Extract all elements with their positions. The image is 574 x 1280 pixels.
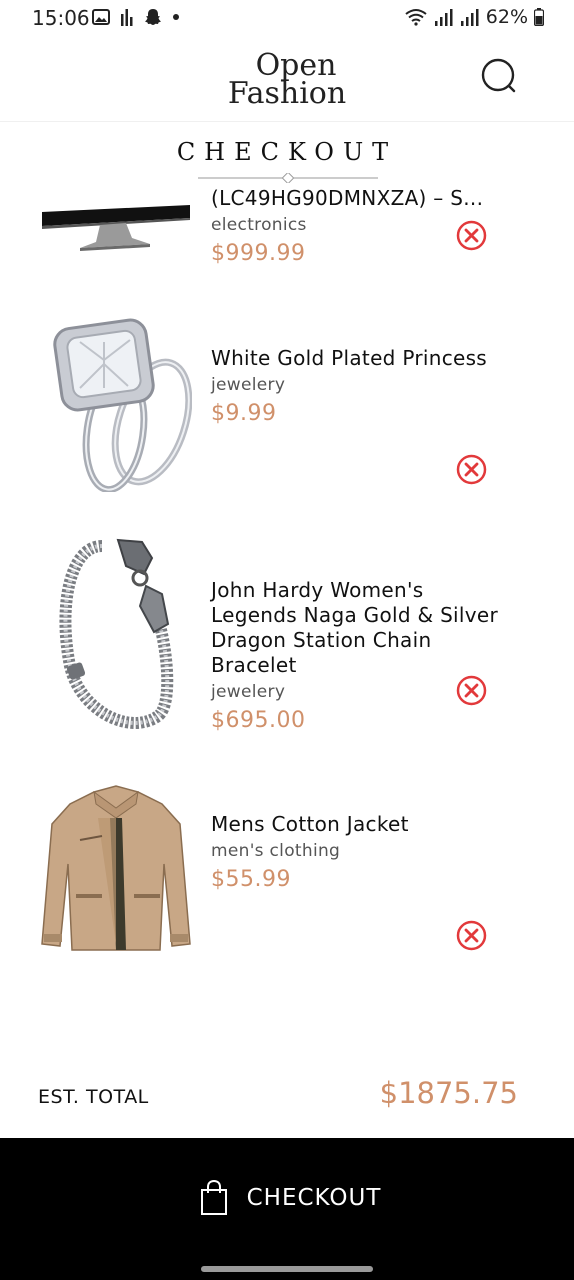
status-time: 15:06 [32, 6, 90, 30]
product-image-bracelet [40, 536, 192, 736]
checkout-label: CHECKOUT [246, 1185, 382, 1211]
status-bar: 15:06 62% [0, 0, 574, 40]
item-price: $9.99 [211, 401, 277, 426]
item-price: $695.00 [211, 708, 306, 733]
total-label: EST. TOTAL [38, 1086, 149, 1108]
battery-percent: 62% [485, 6, 528, 28]
title-divider [198, 173, 378, 183]
cart-item: White Gold Plated Princess jewelery $9.9… [0, 310, 574, 500]
remove-circle-icon [456, 920, 487, 951]
remove-item-button[interactable] [456, 220, 487, 251]
cell-signal-icon [434, 9, 453, 26]
product-image-ring [40, 312, 193, 494]
snapchat-icon [145, 9, 161, 25]
item-info: White Gold Plated Princess jewelery $9.9… [211, 346, 501, 429]
item-category: men's clothing [211, 841, 341, 861]
remove-circle-icon [456, 454, 487, 485]
remove-item-button[interactable] [456, 675, 487, 706]
app-header: Open Fashion [0, 40, 574, 122]
remove-item-button[interactable] [456, 454, 487, 485]
home-indicator[interactable] [201, 1266, 373, 1272]
status-system-icons: 62% [404, 6, 544, 28]
cart-list[interactable]: (LC49HG90DMNXZA) – S... electronics $999… [0, 120, 574, 1060]
cart-item: Mens Cotton Jacket men's clothing $55.99 [0, 780, 574, 970]
item-name[interactable]: (LC49HG90DMNXZA) – S... [211, 186, 501, 211]
search-icon [481, 58, 516, 93]
remove-item-button[interactable] [456, 920, 487, 951]
checkout-button[interactable]: CHECKOUT [150, 1168, 430, 1228]
item-name[interactable]: John Hardy Women's Legends Naga Gold & S… [211, 578, 501, 678]
item-name[interactable]: White Gold Plated Princess [211, 346, 501, 371]
open-fashion-logo[interactable]: Open Fashion [222, 51, 352, 111]
total-value: $1875.75 [379, 1076, 518, 1110]
wifi-icon [405, 9, 427, 26]
shopping-bag-icon [200, 1180, 227, 1215]
cart-item: John Hardy Women's Legends Naga Gold & S… [0, 530, 574, 750]
remove-circle-icon [456, 675, 487, 706]
status-notification-icons [92, 8, 180, 26]
item-name[interactable]: Mens Cotton Jacket [211, 812, 501, 837]
item-price: $55.99 [211, 867, 291, 892]
remove-circle-icon [456, 220, 487, 251]
item-category: jewelery [211, 375, 286, 395]
product-image-jacket [40, 784, 192, 954]
page-title-section: CHECKOUT [0, 128, 574, 188]
item-info: John Hardy Women's Legends Naga Gold & S… [211, 578, 501, 736]
cell-signal-icon [460, 9, 479, 26]
battery-icon [534, 8, 544, 26]
logo-line-2: Fashion [227, 76, 347, 111]
estimated-total-row: EST. TOTAL $1875.75 [0, 1070, 574, 1130]
search-button[interactable] [478, 56, 520, 98]
signal-bars-icon [121, 9, 133, 26]
item-info: Mens Cotton Jacket men's clothing $55.99 [211, 812, 501, 895]
checkout-bar: CHECKOUT [0, 1138, 574, 1280]
checkout-screen: 15:06 62% Open Fashion (LC49HG90DMNXZA) … [0, 0, 574, 1280]
page-title: CHECKOUT [176, 138, 398, 166]
dot-icon [173, 14, 179, 20]
gallery-icon [92, 9, 110, 25]
